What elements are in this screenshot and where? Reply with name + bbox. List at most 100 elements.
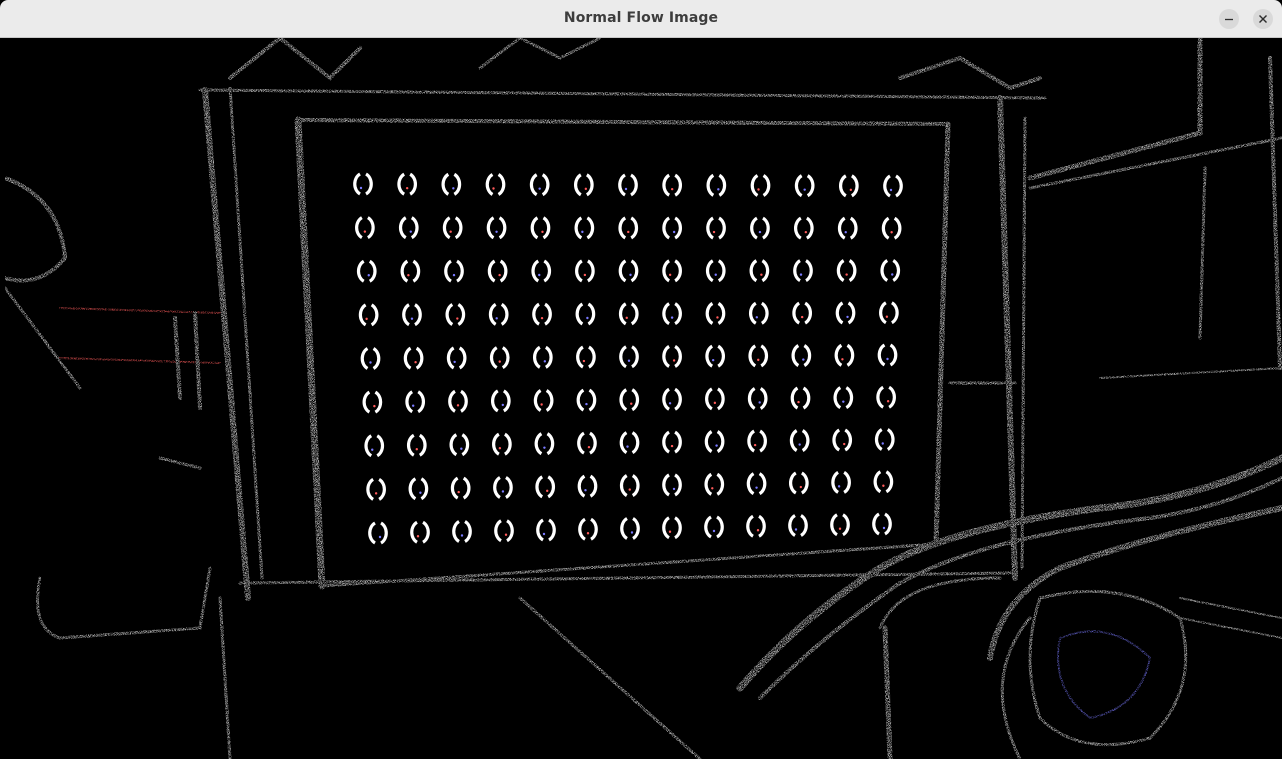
calibration-ring [532, 302, 552, 326]
calibration-ring [836, 259, 857, 282]
calibration-ring [704, 430, 725, 453]
calibration-ring [574, 216, 595, 240]
calibration-ring [577, 474, 598, 498]
stand-right-2 [1020, 116, 1027, 570]
calibration-ring [531, 259, 552, 283]
calibration-ring [535, 475, 556, 499]
calibration-ring [534, 432, 555, 456]
cable-4 [1000, 616, 1032, 759]
calibration-ring [620, 517, 640, 540]
calibration-ring [530, 216, 551, 240]
calibration-ring [356, 259, 377, 283]
calibration-ring [877, 343, 898, 367]
calibration-ring [410, 520, 430, 544]
window-title: Normal Flow Image [563, 10, 719, 26]
calibration-ring [446, 346, 467, 370]
calibration-ring [704, 472, 725, 496]
calibration-ring [448, 389, 468, 413]
calibration-ring [618, 302, 639, 326]
calibration-ring [398, 216, 419, 240]
calibration-ring [364, 434, 385, 458]
calibration-ring [485, 173, 506, 196]
calibration-ring [575, 302, 596, 326]
calibration-ring [749, 259, 770, 283]
calibration-ring [746, 472, 767, 496]
calibration-ring [874, 428, 895, 451]
calibration-ring [366, 477, 386, 501]
calibration-ring [748, 344, 769, 368]
board-frame-left [294, 116, 326, 590]
calibration-ring [449, 433, 470, 457]
calibration-ring [441, 172, 462, 196]
calibration-ring [444, 259, 464, 283]
app-window: Normal Flow Image [0, 0, 1282, 759]
calibration-ring [750, 216, 770, 240]
calibration-ring [450, 476, 471, 500]
calibration-ring [618, 173, 638, 197]
calibration-ring [400, 259, 421, 283]
calibration-ring [493, 476, 513, 499]
calibration-ring [746, 514, 766, 538]
flow-visualization [3, 38, 1282, 759]
calibration-ring [788, 514, 808, 537]
normal-flow-image [0, 38, 1282, 759]
stand-top [198, 88, 1047, 100]
calibration-ring [355, 216, 375, 240]
calibration-ring [619, 474, 640, 497]
calibration-ring [492, 432, 512, 456]
calibration-ring [748, 301, 769, 325]
calibration-ring [794, 174, 815, 198]
calibration-ring [662, 387, 682, 411]
calibration-ring [358, 303, 379, 327]
calibration-ring [576, 345, 596, 369]
title-bar[interactable]: Normal Flow Image [0, 0, 1282, 38]
calibration-ring [705, 344, 726, 368]
calibration-ring [704, 515, 724, 539]
calibration-ring [488, 302, 509, 326]
calibration-ring [618, 259, 639, 283]
calibration-ring [880, 259, 901, 282]
calibration-ring [750, 174, 771, 197]
calibration-ring [834, 343, 855, 367]
calibration-ring [793, 216, 814, 240]
calibration-ring [353, 172, 373, 196]
calibration-ring [490, 389, 511, 413]
calibration-ring [402, 303, 422, 327]
stand-left-2 [228, 86, 264, 580]
calibration-ring [576, 388, 597, 412]
calibration-ring [791, 344, 812, 367]
calibration-ring [662, 173, 683, 197]
calibration-ring [445, 303, 466, 326]
close-icon [1259, 15, 1267, 23]
calibration-ring [619, 345, 639, 369]
calibration-ring [533, 389, 554, 412]
calibration-ring [662, 302, 682, 326]
calibration-ring [662, 259, 682, 283]
calibration-ring [747, 387, 768, 410]
calibration-ring [832, 428, 853, 452]
calibration-ring [876, 385, 896, 409]
calibration-ring [833, 386, 854, 410]
calibration-ring [705, 387, 725, 411]
calibration-ring [830, 513, 850, 537]
calibration-ring [883, 174, 903, 198]
calibration-ring [575, 259, 595, 283]
calibration-ring [403, 346, 424, 370]
calibration-ring [577, 431, 597, 455]
calibration-ring [872, 512, 892, 536]
calibration-ring [578, 517, 598, 541]
calibration-grid [353, 172, 903, 545]
calibration-ring [789, 429, 810, 452]
calibration-ring [831, 470, 851, 494]
minimize-button[interactable] [1219, 9, 1239, 29]
calibration-ring [788, 471, 809, 495]
calibration-ring [837, 216, 858, 240]
close-button[interactable] [1253, 9, 1273, 29]
calibration-ring [362, 390, 383, 414]
calibration-ring [662, 473, 682, 497]
calibration-ring [706, 173, 727, 197]
calibration-ring [619, 431, 640, 455]
calibration-ring [529, 173, 550, 197]
calibration-ring [536, 518, 556, 542]
calibration-ring [486, 216, 507, 240]
